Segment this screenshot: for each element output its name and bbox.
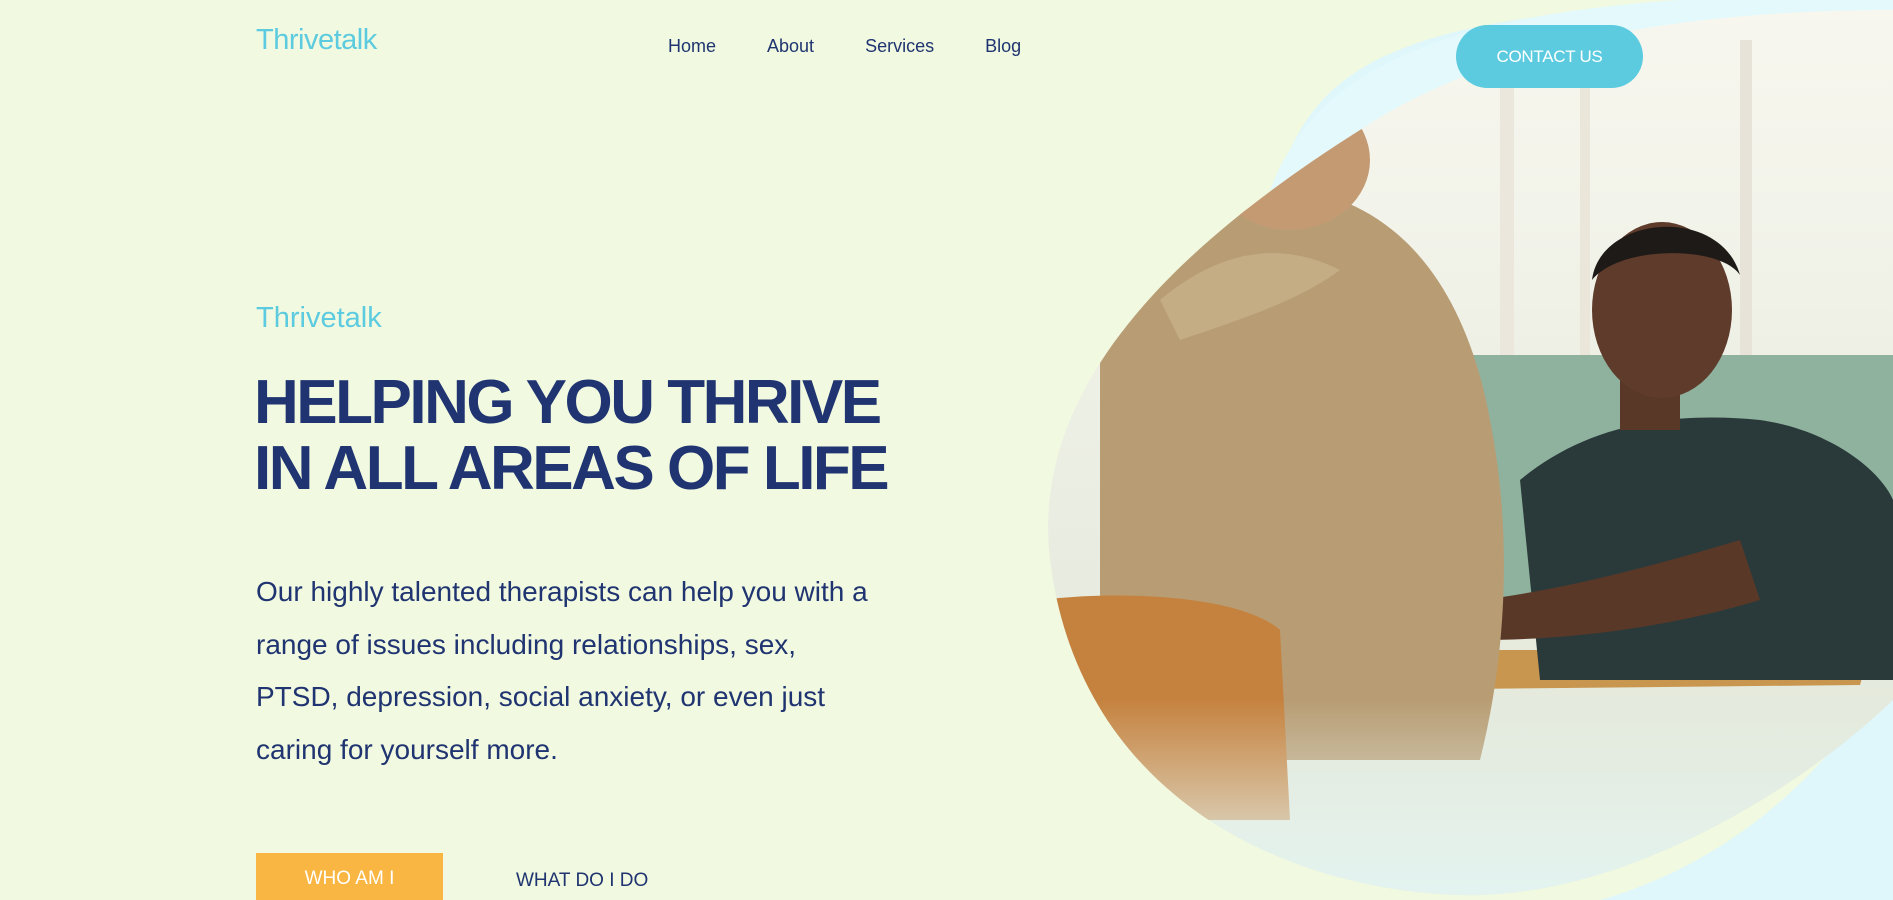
nav-about[interactable]: About [767, 36, 814, 57]
hero-headline: HELPING YOU THRIVE IN ALL AREAS OF LIFE [254, 370, 894, 502]
headline-line-2: IN ALL AREAS OF LIFE [254, 434, 890, 503]
main-nav: Home About Services Blog [668, 36, 1072, 57]
contact-us-button[interactable]: CONTACT US [1456, 25, 1643, 88]
nav-blog[interactable]: Blog [985, 36, 1021, 57]
headline-line-1: HELPING YOU THRIVE [254, 368, 882, 437]
hero-description: Our highly talented therapists can help … [256, 576, 868, 765]
what-do-i-do-button[interactable]: WHAT DO I DO [516, 870, 648, 892]
nav-services[interactable]: Services [865, 36, 934, 57]
site-logo[interactable]: Thrivetalk [256, 24, 377, 57]
hero-eyebrow: Thrivetalk [256, 302, 382, 334]
who-am-i-button[interactable]: WHO AM I [256, 853, 443, 900]
hero-image [1048, 0, 1893, 900]
nav-home[interactable]: Home [668, 36, 716, 57]
